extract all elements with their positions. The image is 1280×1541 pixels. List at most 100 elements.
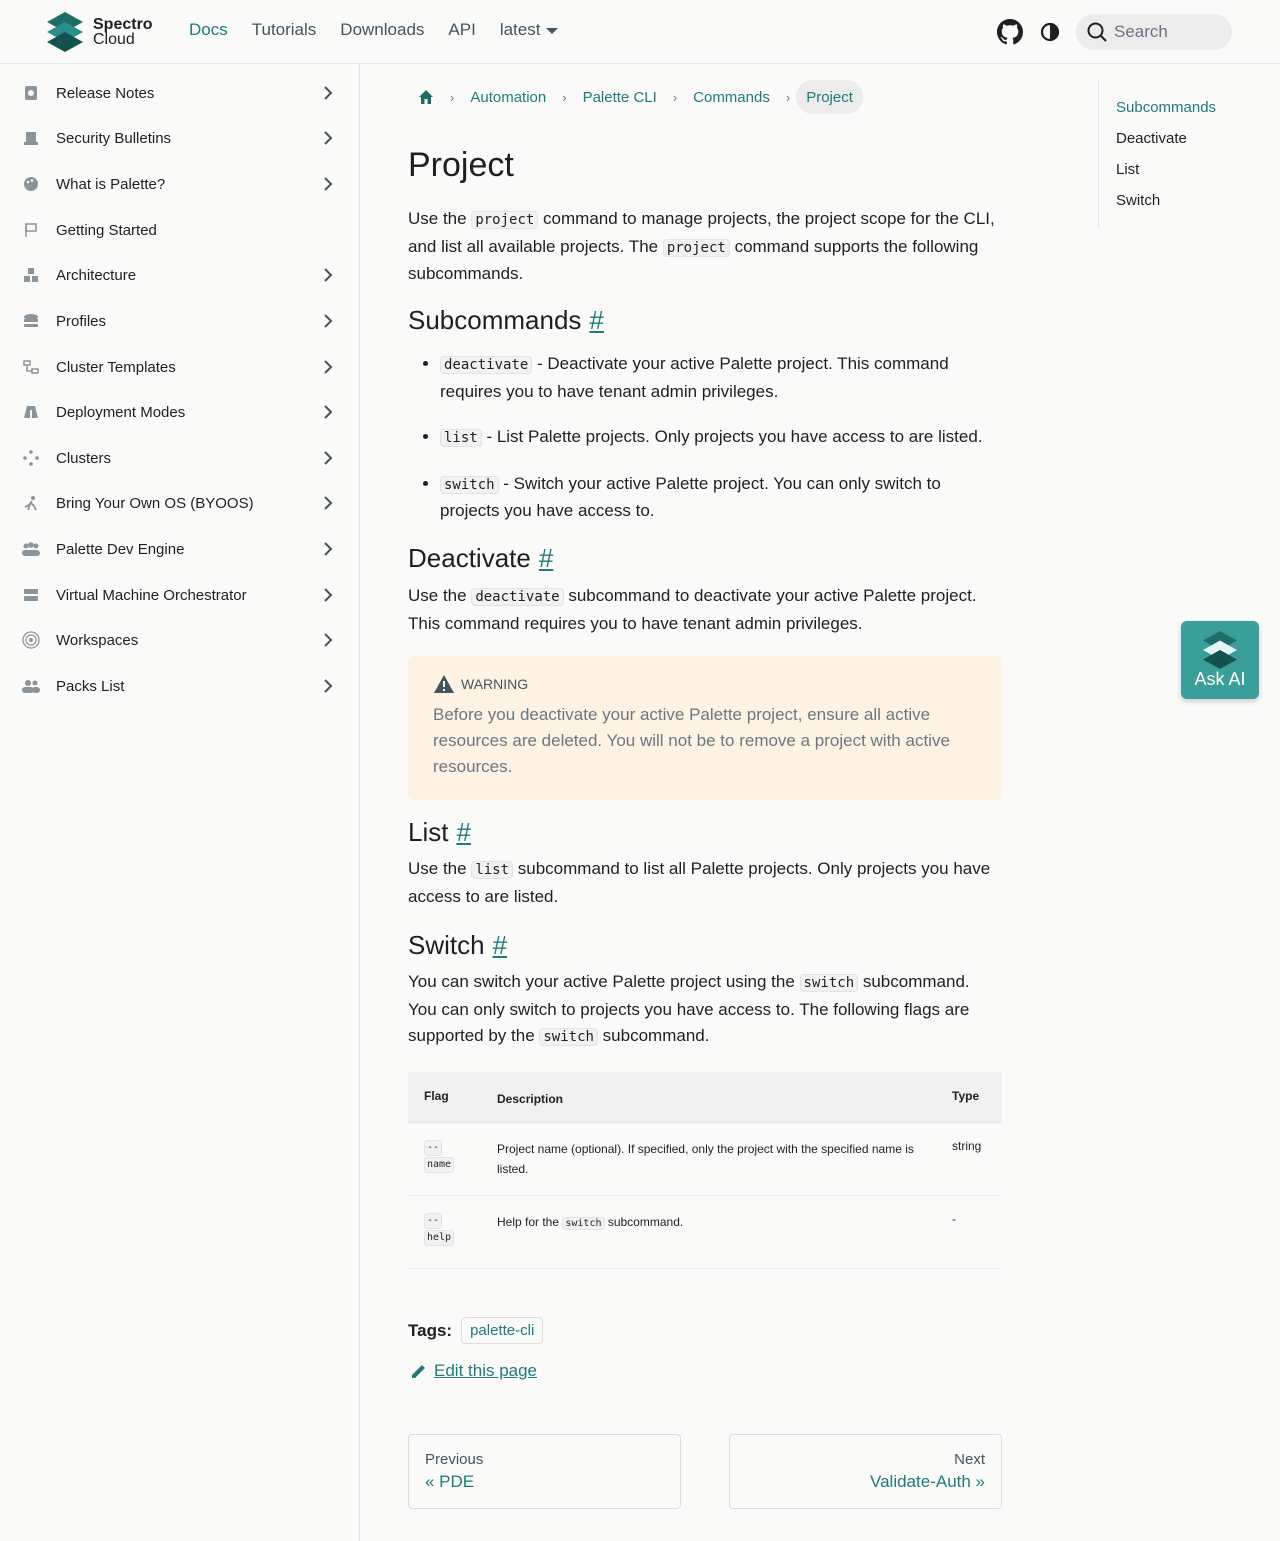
anchor-link[interactable]: # [456, 817, 470, 847]
breadcrumb-commands[interactable]: Commands [683, 80, 780, 114]
chevron-right-icon[interactable] [318, 493, 338, 513]
chevron-right-icon[interactable] [318, 448, 338, 468]
profiles-icon [22, 312, 40, 330]
sidebar-item-architecture[interactable]: Architecture [0, 254, 359, 296]
chevron-right-icon[interactable] [318, 357, 338, 377]
theme-toggle-icon[interactable] [1036, 14, 1064, 50]
inline-code: name [424, 1157, 455, 1173]
chevron-right-icon[interactable] [318, 128, 338, 148]
heading-text: Subcommands [408, 305, 582, 335]
inline-code: switch [799, 974, 859, 992]
anchor-link[interactable]: # [539, 543, 553, 573]
previous-page-button[interactable]: Previous « PDE [408, 1434, 681, 1509]
table-of-contents: Subcommands Deactivate List Switch [1098, 80, 1248, 228]
sidebar-item-byoos[interactable]: Bring Your Own OS (BYOOS) [0, 482, 359, 524]
description-cell: Help for the switch subcommand. [497, 1212, 927, 1234]
intro-paragraph: Use the project command to manage projec… [408, 206, 1002, 288]
inline-code: switch [562, 1217, 605, 1230]
chevron-right-icon[interactable] [318, 630, 338, 650]
sidebar-item-what-is-palette[interactable]: What is Palette? [0, 163, 359, 205]
inline-code: -- [424, 1213, 443, 1229]
breadcrumb: › Automation › Palette CLI › Commands › … [408, 80, 863, 114]
sidebar-item-cluster-templates[interactable]: Cluster Templates [0, 346, 359, 388]
architecture-icon [22, 266, 40, 284]
logo[interactable]: Spectro Cloud [47, 12, 167, 52]
nav-downloads[interactable]: Downloads [340, 20, 424, 40]
chevron-right-icon[interactable] [318, 539, 338, 559]
chevron-right-icon[interactable] [318, 585, 338, 605]
sidebar-item-security-bulletins[interactable]: Security Bulletins [0, 117, 359, 159]
toc-item-deactivate[interactable]: Deactivate [1116, 123, 1248, 154]
chevron-right-icon[interactable] [318, 265, 338, 285]
inline-code: switch [539, 1028, 598, 1046]
sidebar-item-label: What is Palette? [56, 175, 166, 193]
breadcrumb-palette-cli[interactable]: Palette CLI [573, 80, 667, 114]
anchor-link[interactable]: # [589, 305, 603, 335]
chevron-right-icon[interactable] [318, 174, 338, 194]
sidebar-item-label: Cluster Templates [56, 358, 176, 376]
spectro-logo-icon [47, 12, 83, 52]
nav-api[interactable]: API [448, 20, 475, 40]
chevron-right-icon[interactable] [318, 402, 338, 422]
column-header-description: Description [497, 1092, 564, 1106]
toc-item-switch[interactable]: Switch [1116, 185, 1248, 216]
warning-title-text: WARNING [461, 676, 529, 692]
description-cell: Project name (optional). If specified, o… [497, 1142, 914, 1176]
sidebar-item-getting-started[interactable]: Getting Started [0, 209, 359, 251]
packs-icon [22, 677, 40, 695]
sidebar-item-release-notes[interactable]: Release Notes [0, 72, 359, 114]
logo-line2: Cloud [93, 31, 135, 48]
heading-text: List [408, 817, 449, 847]
sidebar-item-packs-list[interactable]: Packs List [0, 665, 359, 707]
next-page-button[interactable]: Next Validate-Auth » [729, 1434, 1002, 1509]
nav-right: Search [996, 14, 1232, 50]
sidebar-item-label: Getting Started [56, 221, 157, 239]
toc-item-subcommands[interactable]: Subcommands [1116, 92, 1248, 123]
sidebar-item-deployment-modes[interactable]: Deployment Modes [0, 391, 359, 433]
flag-cell: -- help [424, 1212, 464, 1246]
breadcrumb-automation[interactable]: Automation [460, 80, 556, 114]
edit-page-label: Edit this page [434, 1361, 538, 1380]
github-icon[interactable] [996, 14, 1024, 50]
nav-docs[interactable]: Docs [189, 20, 228, 40]
toc-item-list[interactable]: List [1116, 154, 1248, 185]
clusters-icon [22, 449, 40, 467]
nav-version-dropdown[interactable]: latest [500, 20, 559, 40]
home-icon[interactable] [408, 80, 444, 114]
search-input[interactable]: Search [1076, 14, 1232, 50]
subcommands-list: deactivate - Deactivate your active Pale… [422, 351, 992, 544]
search-icon [1087, 22, 1107, 42]
list-item: list - List Palette projects. Only proje… [440, 424, 992, 452]
breadcrumb-separator: › [562, 89, 567, 105]
warning-admonition: WARNING Before you deactivate your activ… [408, 656, 1002, 800]
breadcrumb-separator: › [450, 89, 455, 105]
column-header-flag: Flag [424, 1089, 449, 1103]
release-notes-icon [22, 84, 40, 102]
chevron-right-icon[interactable] [318, 311, 338, 331]
tag-palette-cli[interactable]: palette-cli [461, 1317, 544, 1344]
nav-tutorials[interactable]: Tutorials [252, 20, 317, 40]
palette-icon [22, 175, 40, 193]
anchor-link[interactable]: # [493, 930, 507, 960]
text: subcommand. [597, 1026, 710, 1045]
sidebar-item-label: Clusters [56, 449, 112, 467]
workspaces-icon [22, 631, 40, 649]
sidebar-item-workspaces[interactable]: Workspaces [0, 619, 359, 661]
column-header-type: Type [952, 1089, 980, 1103]
ask-ai-button[interactable]: Ask AI [1181, 621, 1259, 699]
sidebar-item-label: Security Bulletins [56, 129, 172, 147]
sidebar-item-palette-dev-engine[interactable]: Palette Dev Engine [0, 528, 359, 570]
chevron-right-icon[interactable] [318, 676, 338, 696]
sidebar-item-label: Virtual Machine Orchestrator [56, 586, 247, 604]
navbar: Spectro Cloud Docs Tutorials Downloads A… [0, 0, 1280, 64]
sidebar-item-virtual-machine-orchestrator[interactable]: Virtual Machine Orchestrator [0, 574, 359, 616]
sidebar-item-clusters[interactable]: Clusters [0, 437, 359, 479]
inline-code: switch [440, 475, 499, 494]
sidebar-item-profiles[interactable]: Profiles [0, 300, 359, 342]
heading-text: Deactivate [408, 543, 531, 573]
edit-page-link[interactable]: Edit this page [410, 1361, 537, 1381]
sidebar-item-label: Profiles [56, 312, 107, 330]
warning-icon [434, 675, 454, 693]
table-header: Flag Description Type [408, 1072, 1002, 1123]
chevron-right-icon[interactable] [318, 83, 338, 103]
